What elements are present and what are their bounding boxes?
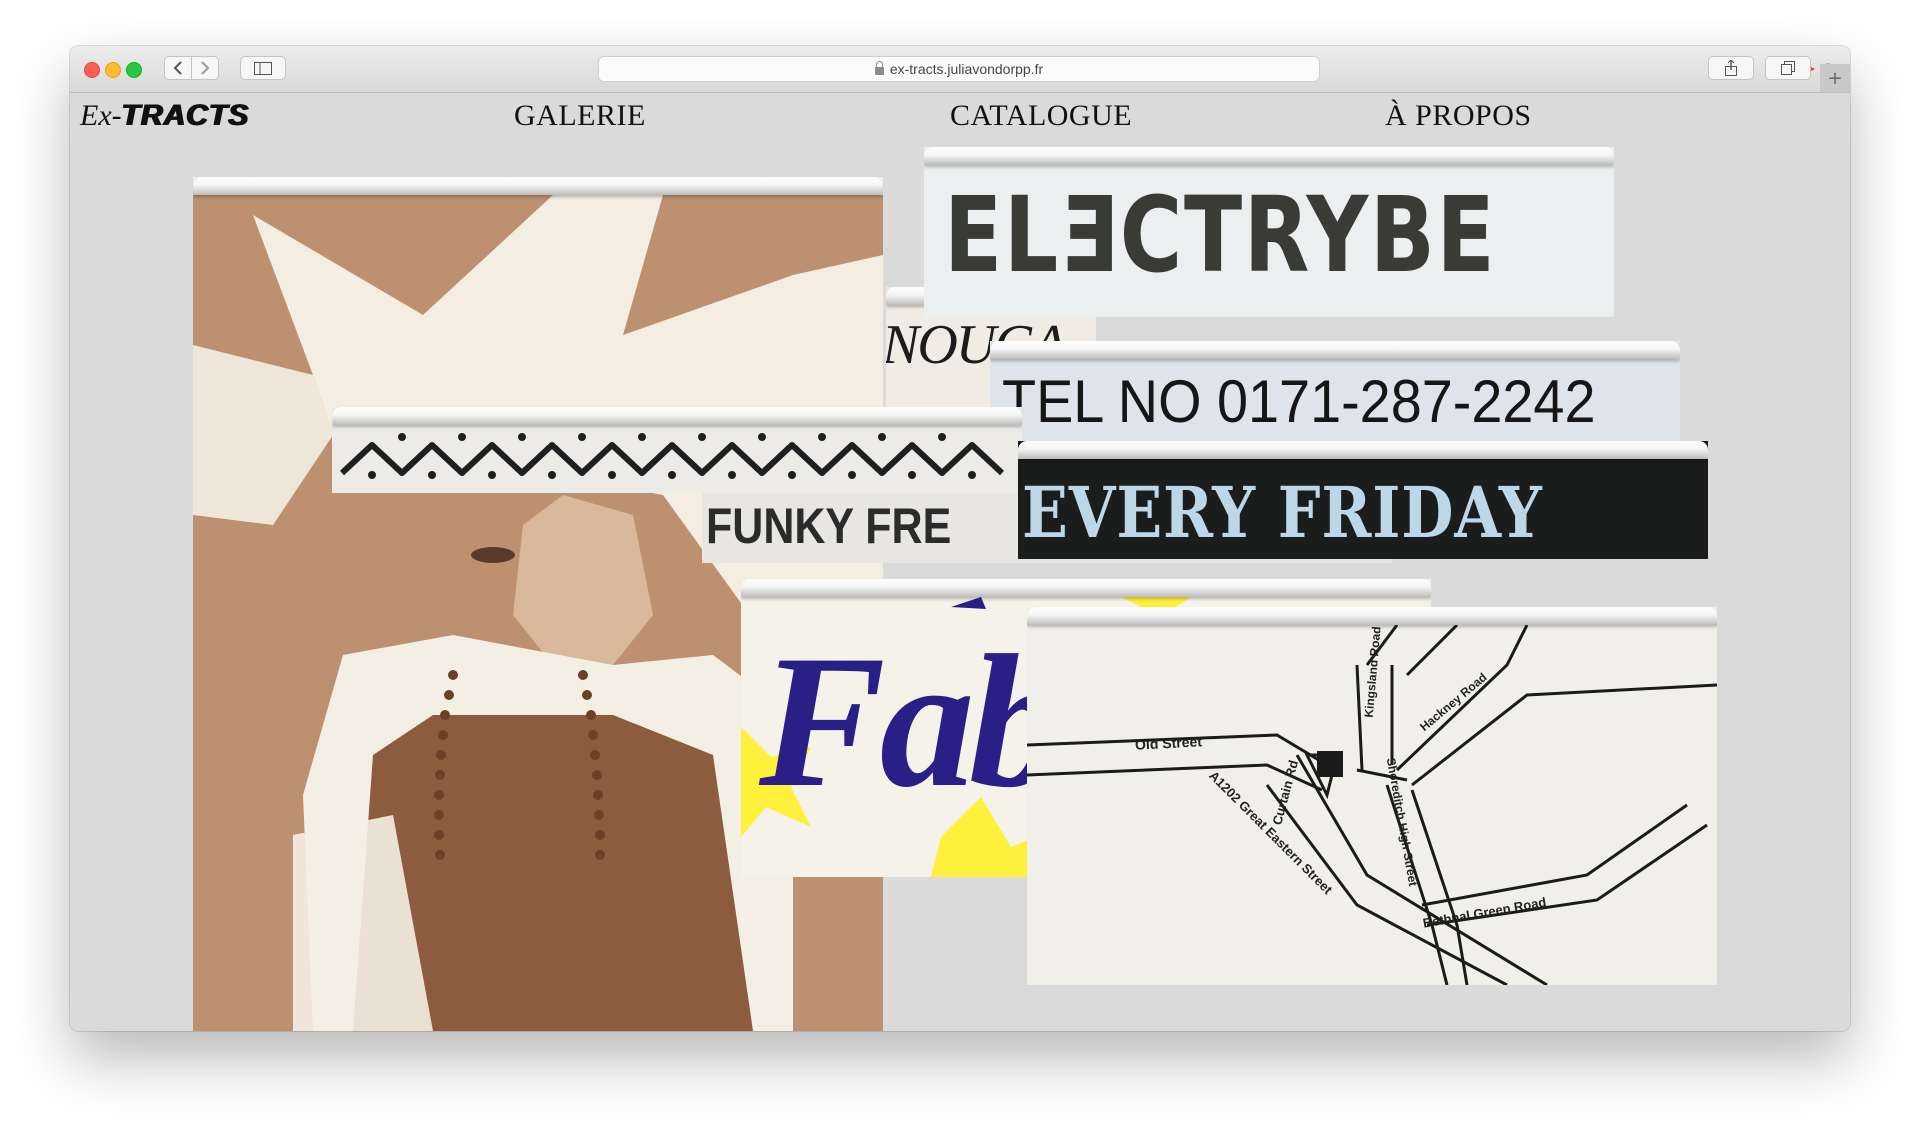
card-tab <box>1018 441 1708 459</box>
browser-toolbar: ex-tracts.juliavondorpp.fr ↻ + <box>70 46 1850 93</box>
share-button[interactable] <box>1708 56 1754 80</box>
card-tab <box>193 177 883 195</box>
share-icon <box>1725 60 1737 76</box>
card-tab <box>741 579 1431 597</box>
fab-text: Fab <box>759 617 1064 827</box>
zoom-window-button[interactable] <box>126 62 142 78</box>
street-map: Old Street Curtain Rd A1202 Great Easter… <box>1027 625 1717 985</box>
card-tab <box>924 147 1614 165</box>
clipping-card-zigzag[interactable] <box>332 407 1022 493</box>
nav-galerie[interactable]: GALERIE <box>514 99 646 133</box>
chevron-right-icon <box>201 61 210 75</box>
back-button[interactable] <box>164 56 192 80</box>
zigzag-pattern <box>332 425 1022 493</box>
every-friday-text: EVERY FRIDAY <box>1022 471 1543 554</box>
logo-part-1: Ex- <box>80 99 122 132</box>
clipping-card-electrybe[interactable]: ELƎCTRYBE <box>924 147 1614 317</box>
tel-text: TEL NO 0171-287-2242 <box>1002 368 1596 435</box>
lock-icon <box>874 61 884 75</box>
tabs-overview-button[interactable] <box>1765 56 1811 80</box>
url-text: ex-tracts.juliavondorpp.fr <box>889 61 1044 77</box>
new-tab-button[interactable]: + <box>1820 64 1850 92</box>
chevron-left-icon <box>173 61 182 75</box>
address-bar[interactable]: ex-tracts.juliavondorpp.fr ↻ <box>598 56 1837 82</box>
electrybe-text: ELƎCTRYBE <box>944 174 1497 296</box>
logo-part-2: TRACTS <box>121 99 250 132</box>
clipping-card-tel[interactable]: TEL NO 0171-287-2242 <box>990 341 1680 447</box>
page-content: Ex-TRACTS GALERIE CATALOGUE À PROPOS NOU… <box>70 93 1850 1031</box>
nav-a-propos[interactable]: À PROPOS <box>1385 99 1532 133</box>
forward-button[interactable] <box>191 56 219 80</box>
sidebar-button[interactable] <box>240 56 286 80</box>
tabs-icon <box>1781 61 1795 75</box>
close-window-button[interactable] <box>84 62 100 78</box>
funky-text: FUNKY FRE <box>706 498 952 554</box>
sidebar-icon <box>254 61 272 75</box>
browser-window: ex-tracts.juliavondorpp.fr ↻ + Ex-TRACTS… <box>70 46 1850 1031</box>
card-tab <box>1027 607 1717 625</box>
minimize-window-button[interactable] <box>105 62 121 78</box>
clipping-card-every-friday[interactable]: EVERY FRIDAY <box>1018 441 1708 559</box>
nav-catalogue[interactable]: CATALOGUE <box>950 99 1132 133</box>
card-tab <box>990 341 1680 359</box>
clipping-card-map[interactable]: Old Street Curtain Rd A1202 Great Easter… <box>1027 607 1717 985</box>
site-logo[interactable]: Ex-TRACTS <box>80 93 249 138</box>
card-tab <box>332 407 1022 425</box>
